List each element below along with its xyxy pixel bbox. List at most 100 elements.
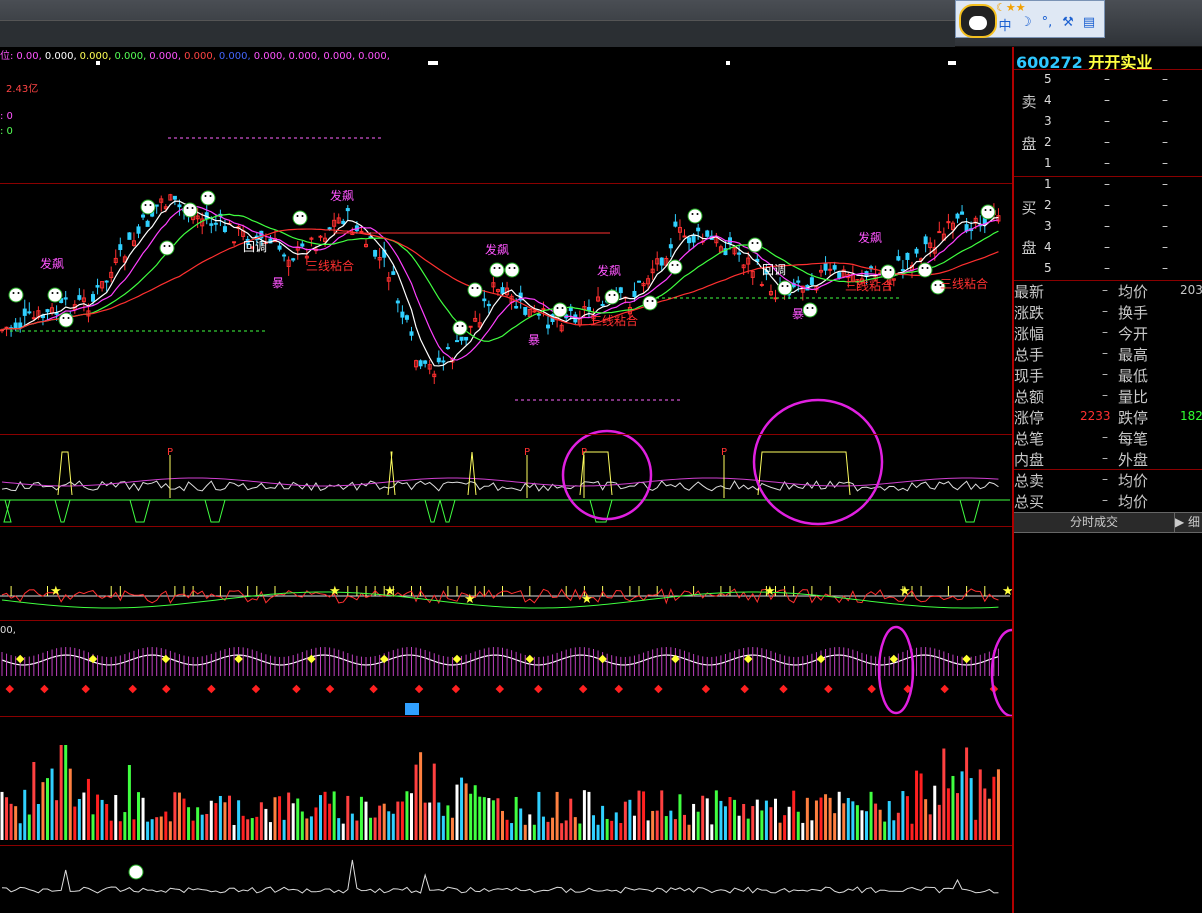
candle-body <box>536 313 541 316</box>
smiley-eye <box>456 325 459 327</box>
volume-bar <box>346 795 350 840</box>
candle-body <box>668 244 673 249</box>
diamond-icon <box>495 684 505 694</box>
quote-stat-row: 涨跌 – 换手 <box>1014 302 1202 323</box>
volume-bar <box>564 820 568 840</box>
volume-bar <box>173 792 177 840</box>
order-volume: – <box>1162 219 1168 233</box>
volume-bar <box>450 817 454 840</box>
candle-body <box>18 322 23 329</box>
volume-bar <box>423 802 427 840</box>
input-method-icon[interactable]: 中 <box>996 15 1014 34</box>
candle-body <box>391 271 396 275</box>
volume-bar <box>314 807 318 840</box>
order-price: – <box>1104 93 1110 107</box>
smiley-eye <box>786 285 789 287</box>
panel-divider-3 <box>0 620 1012 621</box>
volume-bar <box>592 815 595 840</box>
quote-stat-row: 最新 – 均价 203 <box>1014 281 1202 302</box>
qq-penguin-icon[interactable] <box>959 4 997 38</box>
volume-bar <box>300 811 304 840</box>
volume-bar <box>696 811 700 840</box>
stat-value: – <box>1102 472 1108 486</box>
volume-bar <box>200 814 204 840</box>
qq-widget[interactable]: ☾★★ 中 ☽ °, ⚒ ▤ <box>955 0 1105 38</box>
marker <box>948 61 956 65</box>
volume-bar <box>127 765 131 840</box>
star-icon: ★ <box>1002 584 1012 599</box>
candle-body <box>318 235 323 238</box>
order-book-row: 1 – – <box>1044 177 1202 197</box>
volume-bar <box>364 801 368 840</box>
candle-body <box>45 309 50 313</box>
quote-tabbar: 分时成交 ▶ 细 <box>1014 512 1202 533</box>
volume-bar <box>924 799 928 840</box>
volume-bar <box>27 814 31 840</box>
volume-bar <box>723 806 727 840</box>
candle-body <box>464 336 469 341</box>
volume-bar <box>414 764 418 840</box>
diamond-icon <box>15 654 25 664</box>
volume-bar <box>155 817 159 840</box>
qq-level-icon: ☾★★ <box>996 1 1026 14</box>
smiley-eye <box>493 267 496 269</box>
sell-label-1: 卖 <box>1021 93 1037 111</box>
tab-tick-detail[interactable]: 分时成交 <box>1014 513 1174 532</box>
tab-detail[interactable]: ▶ 细 <box>1174 513 1202 532</box>
volume-bar <box>974 819 978 840</box>
order-book-row: 5 – – <box>1044 72 1202 92</box>
volume-bar <box>678 794 682 840</box>
candle-body <box>905 252 910 260</box>
candle-body <box>118 244 123 251</box>
order-book-row: 1 – – <box>1044 156 1202 176</box>
smiley-icon <box>159 240 175 256</box>
volume-bar <box>792 790 796 840</box>
w-signal <box>424 499 441 523</box>
diamond-icon <box>701 684 711 694</box>
volume-bar <box>983 788 987 840</box>
candle-body <box>482 298 487 302</box>
diamond-icon <box>81 684 90 694</box>
diamond-icon <box>207 684 216 694</box>
volume-bar <box>764 800 768 840</box>
candle-body <box>222 226 227 232</box>
candle-body <box>459 336 464 341</box>
candle-body <box>409 331 414 336</box>
star-icon: ★ <box>764 584 776 599</box>
candle-body <box>31 317 36 320</box>
volume-bar <box>232 824 236 840</box>
pulse-signal <box>757 451 851 496</box>
pattern-label: 发飙 <box>485 242 509 257</box>
candle-body <box>514 305 519 309</box>
volume-bar <box>241 815 245 840</box>
volume-bar <box>400 801 404 840</box>
star-icon: ★ <box>329 584 341 599</box>
volume-bar <box>896 812 900 840</box>
order-book-row: 4 – – <box>1044 240 1202 260</box>
smiley-eye <box>163 245 166 247</box>
moon-icon[interactable]: ☽ <box>1017 15 1035 33</box>
order-volume: – <box>1162 114 1168 128</box>
order-volume: – <box>1162 156 1168 170</box>
diamond-icon <box>325 684 335 694</box>
stat-value: – <box>1102 493 1108 507</box>
clipboard-icon[interactable]: ▤ <box>1080 15 1098 33</box>
wrench-icon[interactable]: ⚒ <box>1059 15 1077 33</box>
volume-bar <box>141 797 145 840</box>
order-level: 1 <box>1044 177 1052 191</box>
smiley-eye <box>186 207 189 209</box>
toolbar-strip <box>0 20 955 47</box>
smiley-icon <box>128 864 144 880</box>
volume-bar <box>614 812 618 840</box>
volume-bar <box>978 769 982 840</box>
order-price: – <box>1104 177 1110 191</box>
punctuation-icon[interactable]: °, <box>1038 15 1056 33</box>
volume-bar <box>664 816 668 840</box>
smiley-icon <box>504 262 520 278</box>
pattern-label: 发飙 <box>330 188 354 203</box>
stat-label: 换手 <box>1118 304 1149 322</box>
volume-bar <box>814 800 818 840</box>
kline-chart[interactable]: 发飙发飙发飙发飙发飙回调回调暴暴暴三线粘合三线粘合三线粘合 三线粘合P P P P★ ★ ★… <box>0 47 1012 913</box>
order-price: – <box>1104 219 1110 233</box>
diamond-icon <box>234 654 243 664</box>
